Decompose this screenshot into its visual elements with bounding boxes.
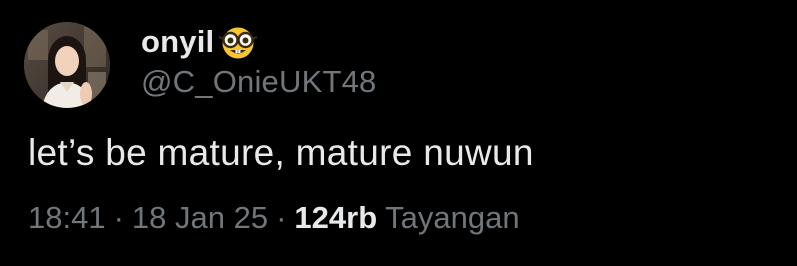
nerd-face-emoji-icon — [217, 26, 259, 60]
user-info: onyil @C_OnieUKT48 — [141, 20, 376, 100]
tweet-date[interactable]: 18 Jan 25 — [132, 200, 268, 236]
meta-separator: · — [276, 200, 287, 235]
views-count[interactable]: 124rb — [294, 200, 377, 236]
tweet-meta: 18:41 · 18 Jan 25 · 124rb Tayangan — [28, 200, 520, 236]
meta-separator: · — [113, 200, 124, 235]
avatar-photo — [24, 22, 110, 108]
tweet-card: onyil @C_OnieUKT48 let’s be mature, matu… — [0, 0, 797, 266]
user-handle[interactable]: @C_OnieUKT48 — [141, 64, 376, 100]
views-label[interactable]: Tayangan — [385, 200, 519, 236]
display-name[interactable]: onyil — [141, 24, 214, 60]
display-name-row[interactable]: onyil — [141, 20, 376, 64]
tweet-time[interactable]: 18:41 — [28, 200, 106, 236]
tweet-text: let’s be mature, mature nuwun — [28, 132, 534, 173]
avatar[interactable] — [24, 22, 110, 108]
